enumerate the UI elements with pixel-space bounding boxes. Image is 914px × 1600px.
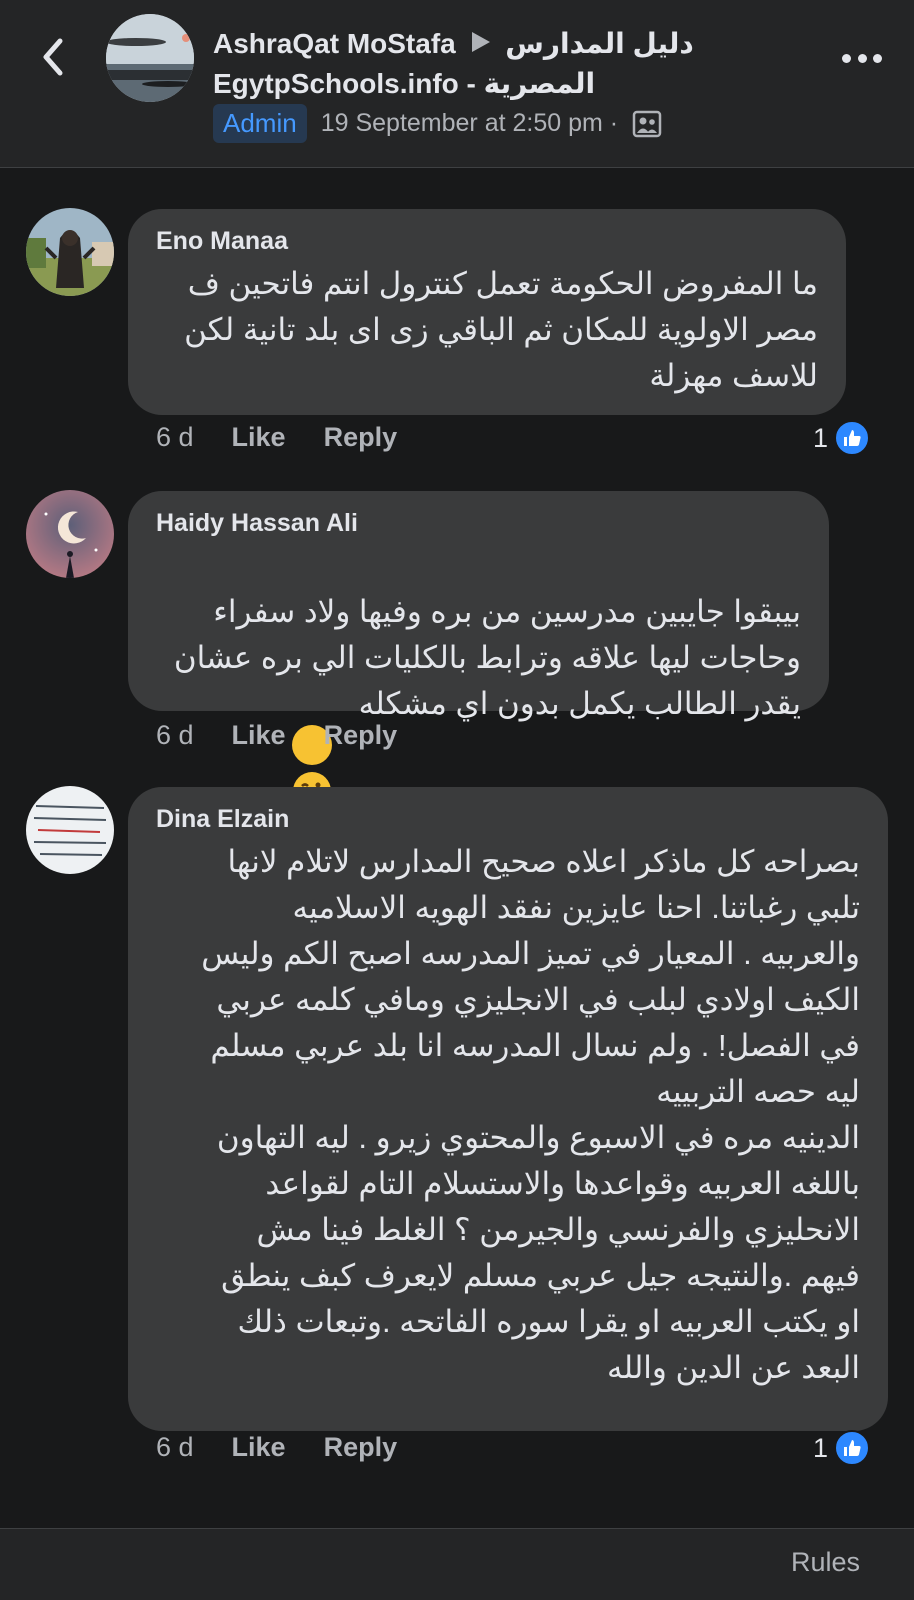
comment-time[interactable]: 6 d	[156, 1432, 194, 1463]
comment-text: بيبقوا جايبين مدرسين من بره وفيها ولاد س…	[173, 594, 801, 721]
post-title: AshraQat MoStafa دليل المدارس EgytpSchoo…	[213, 24, 813, 104]
comment-author[interactable]: Eno Manaa	[156, 225, 818, 257]
more-dot	[873, 53, 882, 63]
avatar-image-haidy	[26, 490, 114, 578]
bottom-bar: Rules	[0, 1528, 914, 1600]
thumbs-up-icon	[834, 1430, 870, 1466]
reaction-count-value: 1	[812, 422, 828, 453]
avatar[interactable]	[26, 786, 114, 874]
more-options-button[interactable]	[842, 46, 882, 70]
post-author-name[interactable]: AshraQat MoStafa	[213, 28, 456, 59]
comment-actions: 6 d Like Reply	[156, 422, 435, 453]
comment-author[interactable]: Haidy Hassan Ali	[156, 507, 801, 539]
comment-text: بصراحه كل ماذكر اعلاه صحيح المدارس لاتلا…	[201, 844, 860, 1385]
admin-badge: Admin	[213, 104, 307, 143]
group-avatar[interactable]	[106, 14, 194, 102]
reply-button[interactable]: Reply	[324, 422, 398, 453]
post-timestamp[interactable]: 19 September at 2:50 pm ·	[321, 109, 618, 138]
comment-bubble[interactable]: Dina Elzain بصراحه كل ماذكر اعلاه صحيح ا…	[128, 787, 888, 1431]
group-name-line2[interactable]: EgytpSchools.info - المصرية	[213, 68, 595, 99]
post-header: AshraQat MoStafa دليل المدارس EgytpSchoo…	[0, 0, 914, 168]
back-button[interactable]	[30, 34, 76, 80]
post-meta: Admin 19 September at 2:50 pm ·	[213, 104, 662, 143]
group-name-line1[interactable]: دليل المدارس	[505, 28, 694, 59]
comment-text: ما المفروض الحكومة تعمل كنترول انتم فاتح…	[184, 266, 818, 393]
comment-time[interactable]: 6 d	[156, 422, 194, 453]
more-dots-icon	[842, 53, 851, 63]
like-button[interactable]: Like	[232, 1432, 286, 1463]
comment-bubble[interactable]: Eno Manaa ما المفروض الحكومة تعمل كنترول…	[128, 209, 846, 415]
comment-actions: 6 d Like Reply	[156, 1432, 435, 1463]
avatar-image-eno	[26, 208, 114, 296]
avatar[interactable]	[26, 490, 114, 578]
avatar[interactable]	[26, 208, 114, 296]
group-members-icon	[632, 110, 662, 137]
more-dot	[857, 53, 867, 63]
comment-time[interactable]: 6 d	[156, 720, 194, 751]
reaction-count[interactable]: 1	[813, 420, 870, 456]
reaction-count-value: 1	[812, 1432, 828, 1463]
reply-button[interactable]: Reply	[324, 1432, 398, 1463]
reaction-count[interactable]: 1	[813, 1430, 870, 1466]
shared-to-arrow-icon	[471, 32, 490, 52]
comment-actions: 6 d Like Reply	[156, 720, 435, 751]
comment-bubble[interactable]: Haidy Hassan Ali بيبقوا جايبين مدرسين من…	[128, 491, 829, 810]
group-avatar-image	[106, 14, 194, 102]
like-button[interactable]: Like	[232, 720, 286, 751]
rules-link[interactable]: Rules	[791, 1547, 860, 1578]
like-button[interactable]: Like	[232, 422, 286, 453]
avatar-image-dina	[26, 786, 114, 874]
chevron-left-icon	[43, 38, 63, 76]
thumbs-up-icon	[834, 420, 870, 456]
reply-button[interactable]: Reply	[324, 720, 398, 751]
comment-author[interactable]: Dina Elzain	[156, 803, 860, 835]
